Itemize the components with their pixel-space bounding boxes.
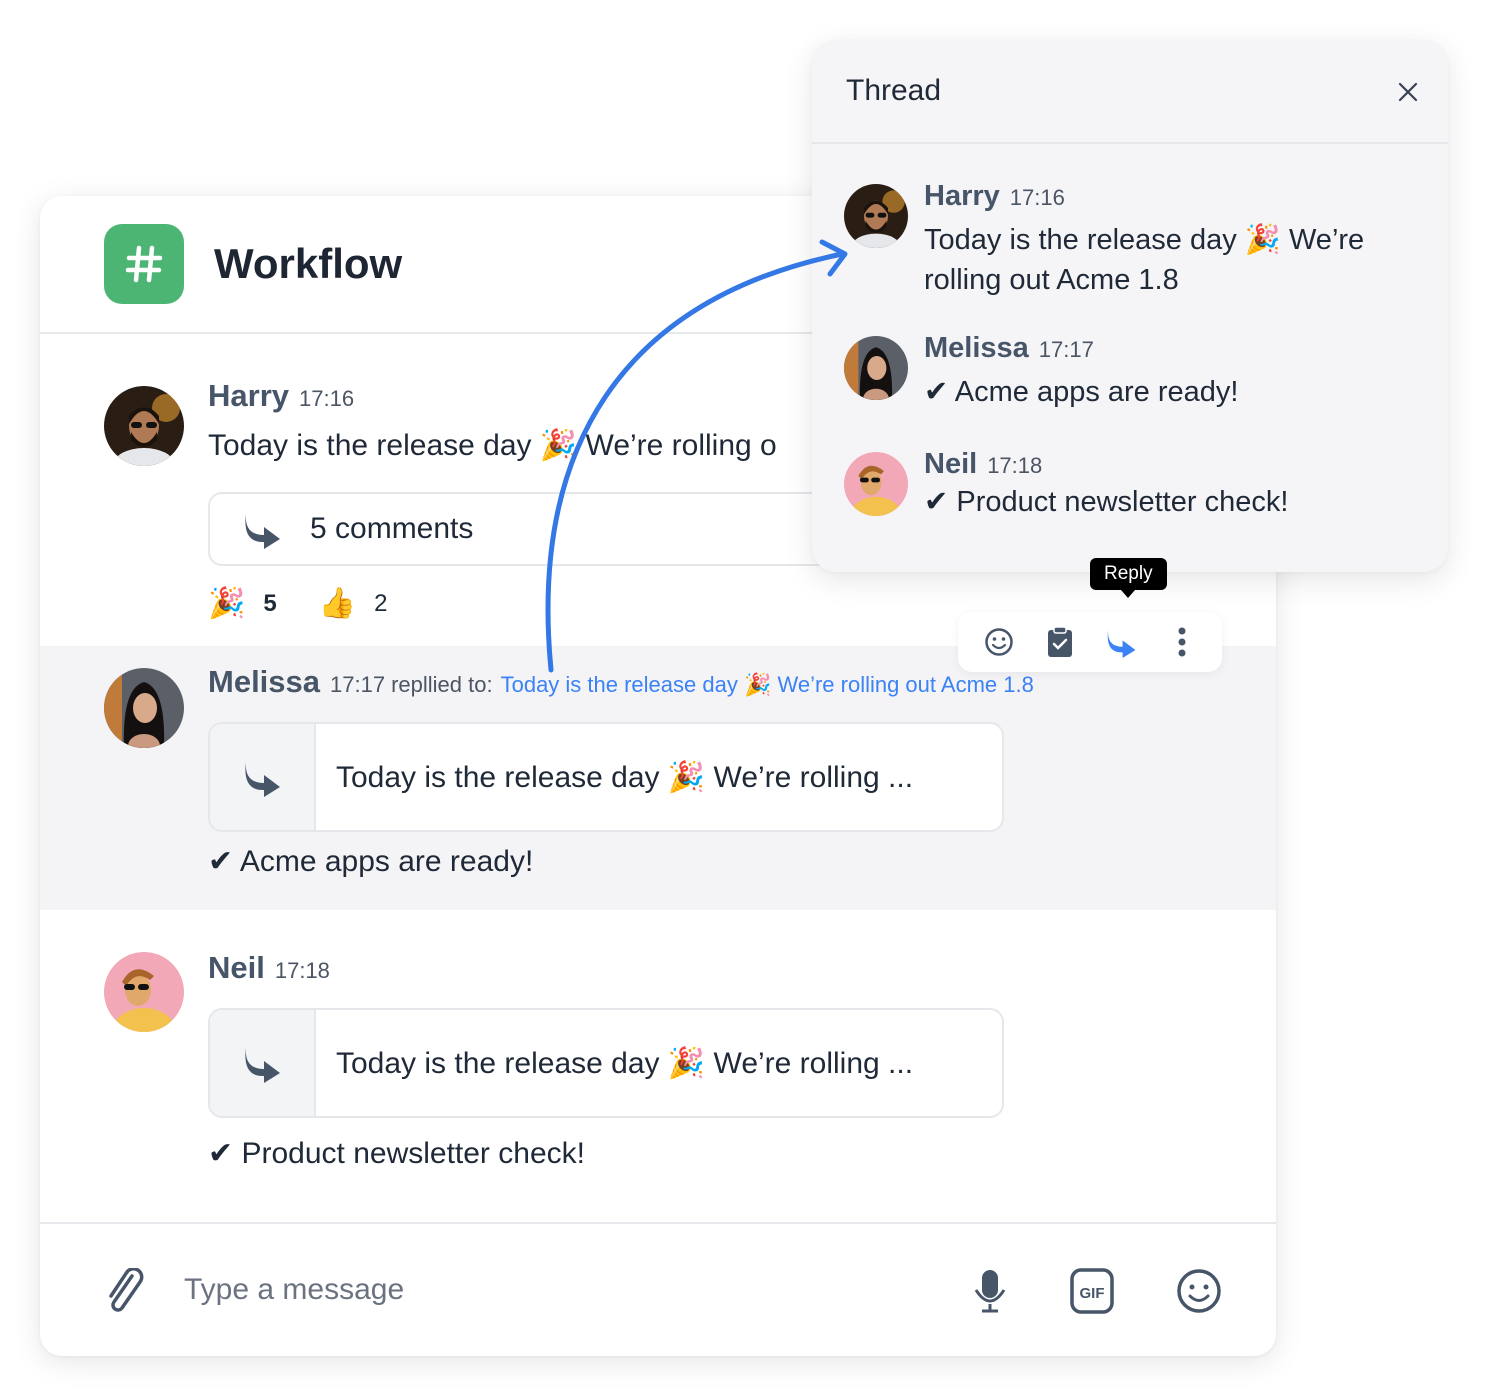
reaction-count: 5 [263, 589, 277, 617]
message-author: Harry [208, 378, 289, 413]
message-author: Melissa [208, 664, 321, 699]
avatar-harry-image [104, 386, 184, 466]
reaction-thumbs-up[interactable]: 👍 2 [319, 586, 388, 621]
quoted-message[interactable]: Today is the release day 🎉 We’re rolling… [208, 1008, 1004, 1118]
hash-icon [125, 245, 163, 283]
message-action-bar [958, 612, 1222, 672]
avatar[interactable] [844, 184, 908, 248]
quote-gutter [210, 724, 316, 830]
thread-message-time: 17:17 [1038, 337, 1094, 362]
replied-to-label: repllied to: [391, 672, 493, 697]
thread-panel: Thread Harry 17:16 Today is the release … [812, 40, 1448, 572]
clipboard-check-icon[interactable] [1038, 620, 1082, 664]
more-vertical-icon[interactable] [1160, 620, 1204, 664]
replied-to-link[interactable]: Today is the release day 🎉 We’re rolling… [501, 672, 1034, 698]
avatar-harry-image [844, 184, 908, 248]
message-time: 17:16 [299, 386, 355, 411]
message-melissa: Melissa 17:17 repllied to: Today is the … [40, 646, 1276, 910]
thread-message-text: ✔ Acme apps are ready! [924, 376, 1239, 408]
emoji-react-icon[interactable] [977, 620, 1021, 664]
paperclip-icon[interactable] [102, 1267, 148, 1319]
thread-header: Thread [812, 40, 1448, 144]
reply-arrow-icon [245, 761, 280, 797]
avatar[interactable] [104, 668, 184, 748]
message-input[interactable] [184, 1264, 944, 1316]
message-text: ✔ Acme apps are ready! [208, 845, 534, 878]
party-popper-icon: 🎉 [208, 587, 246, 620]
close-icon[interactable] [1396, 80, 1420, 109]
thread-message-time: 17:16 [1009, 185, 1065, 210]
message-time: 17:18 [274, 958, 330, 983]
message-text: Today is the release day 🎉 We’re rolling… [208, 429, 777, 462]
comments-count: 5 comments [310, 512, 474, 545]
channel-badge [104, 224, 184, 304]
avatar-melissa-image [844, 336, 908, 400]
quote-text: Today is the release day 🎉 We’re rolling… [336, 760, 914, 794]
message-composer: GIF [40, 1222, 1276, 1356]
avatar-melissa-image [104, 668, 184, 748]
microphone-icon[interactable] [970, 1268, 1010, 1319]
channel-title: Workflow [214, 240, 403, 287]
thread-message-text: Today is the release day 🎉 We’re rolling… [924, 224, 1365, 296]
thumbs-up-icon: 👍 [318, 587, 357, 620]
reactions: 🎉 5 👍 2 [208, 586, 429, 621]
reply-tooltip: Reply [1090, 558, 1167, 598]
quote-gutter [210, 1010, 316, 1116]
reply-arrow-icon [245, 1047, 280, 1083]
emoji-icon[interactable] [1176, 1268, 1222, 1319]
avatar[interactable] [844, 336, 908, 400]
reaction-count: 2 [374, 589, 388, 617]
quoted-message[interactable]: Today is the release day 🎉 We’re rolling… [208, 722, 1004, 832]
reaction-party[interactable]: 🎉 5 [208, 586, 277, 621]
svg-text:GIF: GIF [1080, 1285, 1105, 1302]
quote-text: Today is the release day 🎉 We’re rolling… [336, 1046, 914, 1080]
thread-message-author: Harry [924, 180, 1000, 212]
message-time: 17:17 [330, 672, 386, 697]
avatar-neil-image [844, 452, 908, 516]
avatar[interactable] [844, 452, 908, 516]
message-author: Neil [208, 950, 265, 985]
message-text: ✔ Product newsletter check! [208, 1137, 585, 1170]
avatar[interactable] [104, 386, 184, 466]
thread-message-text: ✔ Product newsletter check! [924, 486, 1289, 518]
reply-arrow-icon [245, 513, 280, 549]
message-neil: Neil 17:18 Today is the release day 🎉 We… [40, 910, 1276, 1220]
thread-title: Thread [846, 74, 942, 107]
thread-message-author: Neil [924, 448, 978, 480]
avatar[interactable] [104, 952, 184, 1032]
thread-message-time: 17:18 [987, 453, 1043, 478]
gif-icon[interactable]: GIF [1068, 1268, 1116, 1319]
reply-icon[interactable] [1099, 620, 1143, 664]
thread-message-author: Melissa [924, 332, 1029, 364]
avatar-neil-image [104, 952, 184, 1032]
